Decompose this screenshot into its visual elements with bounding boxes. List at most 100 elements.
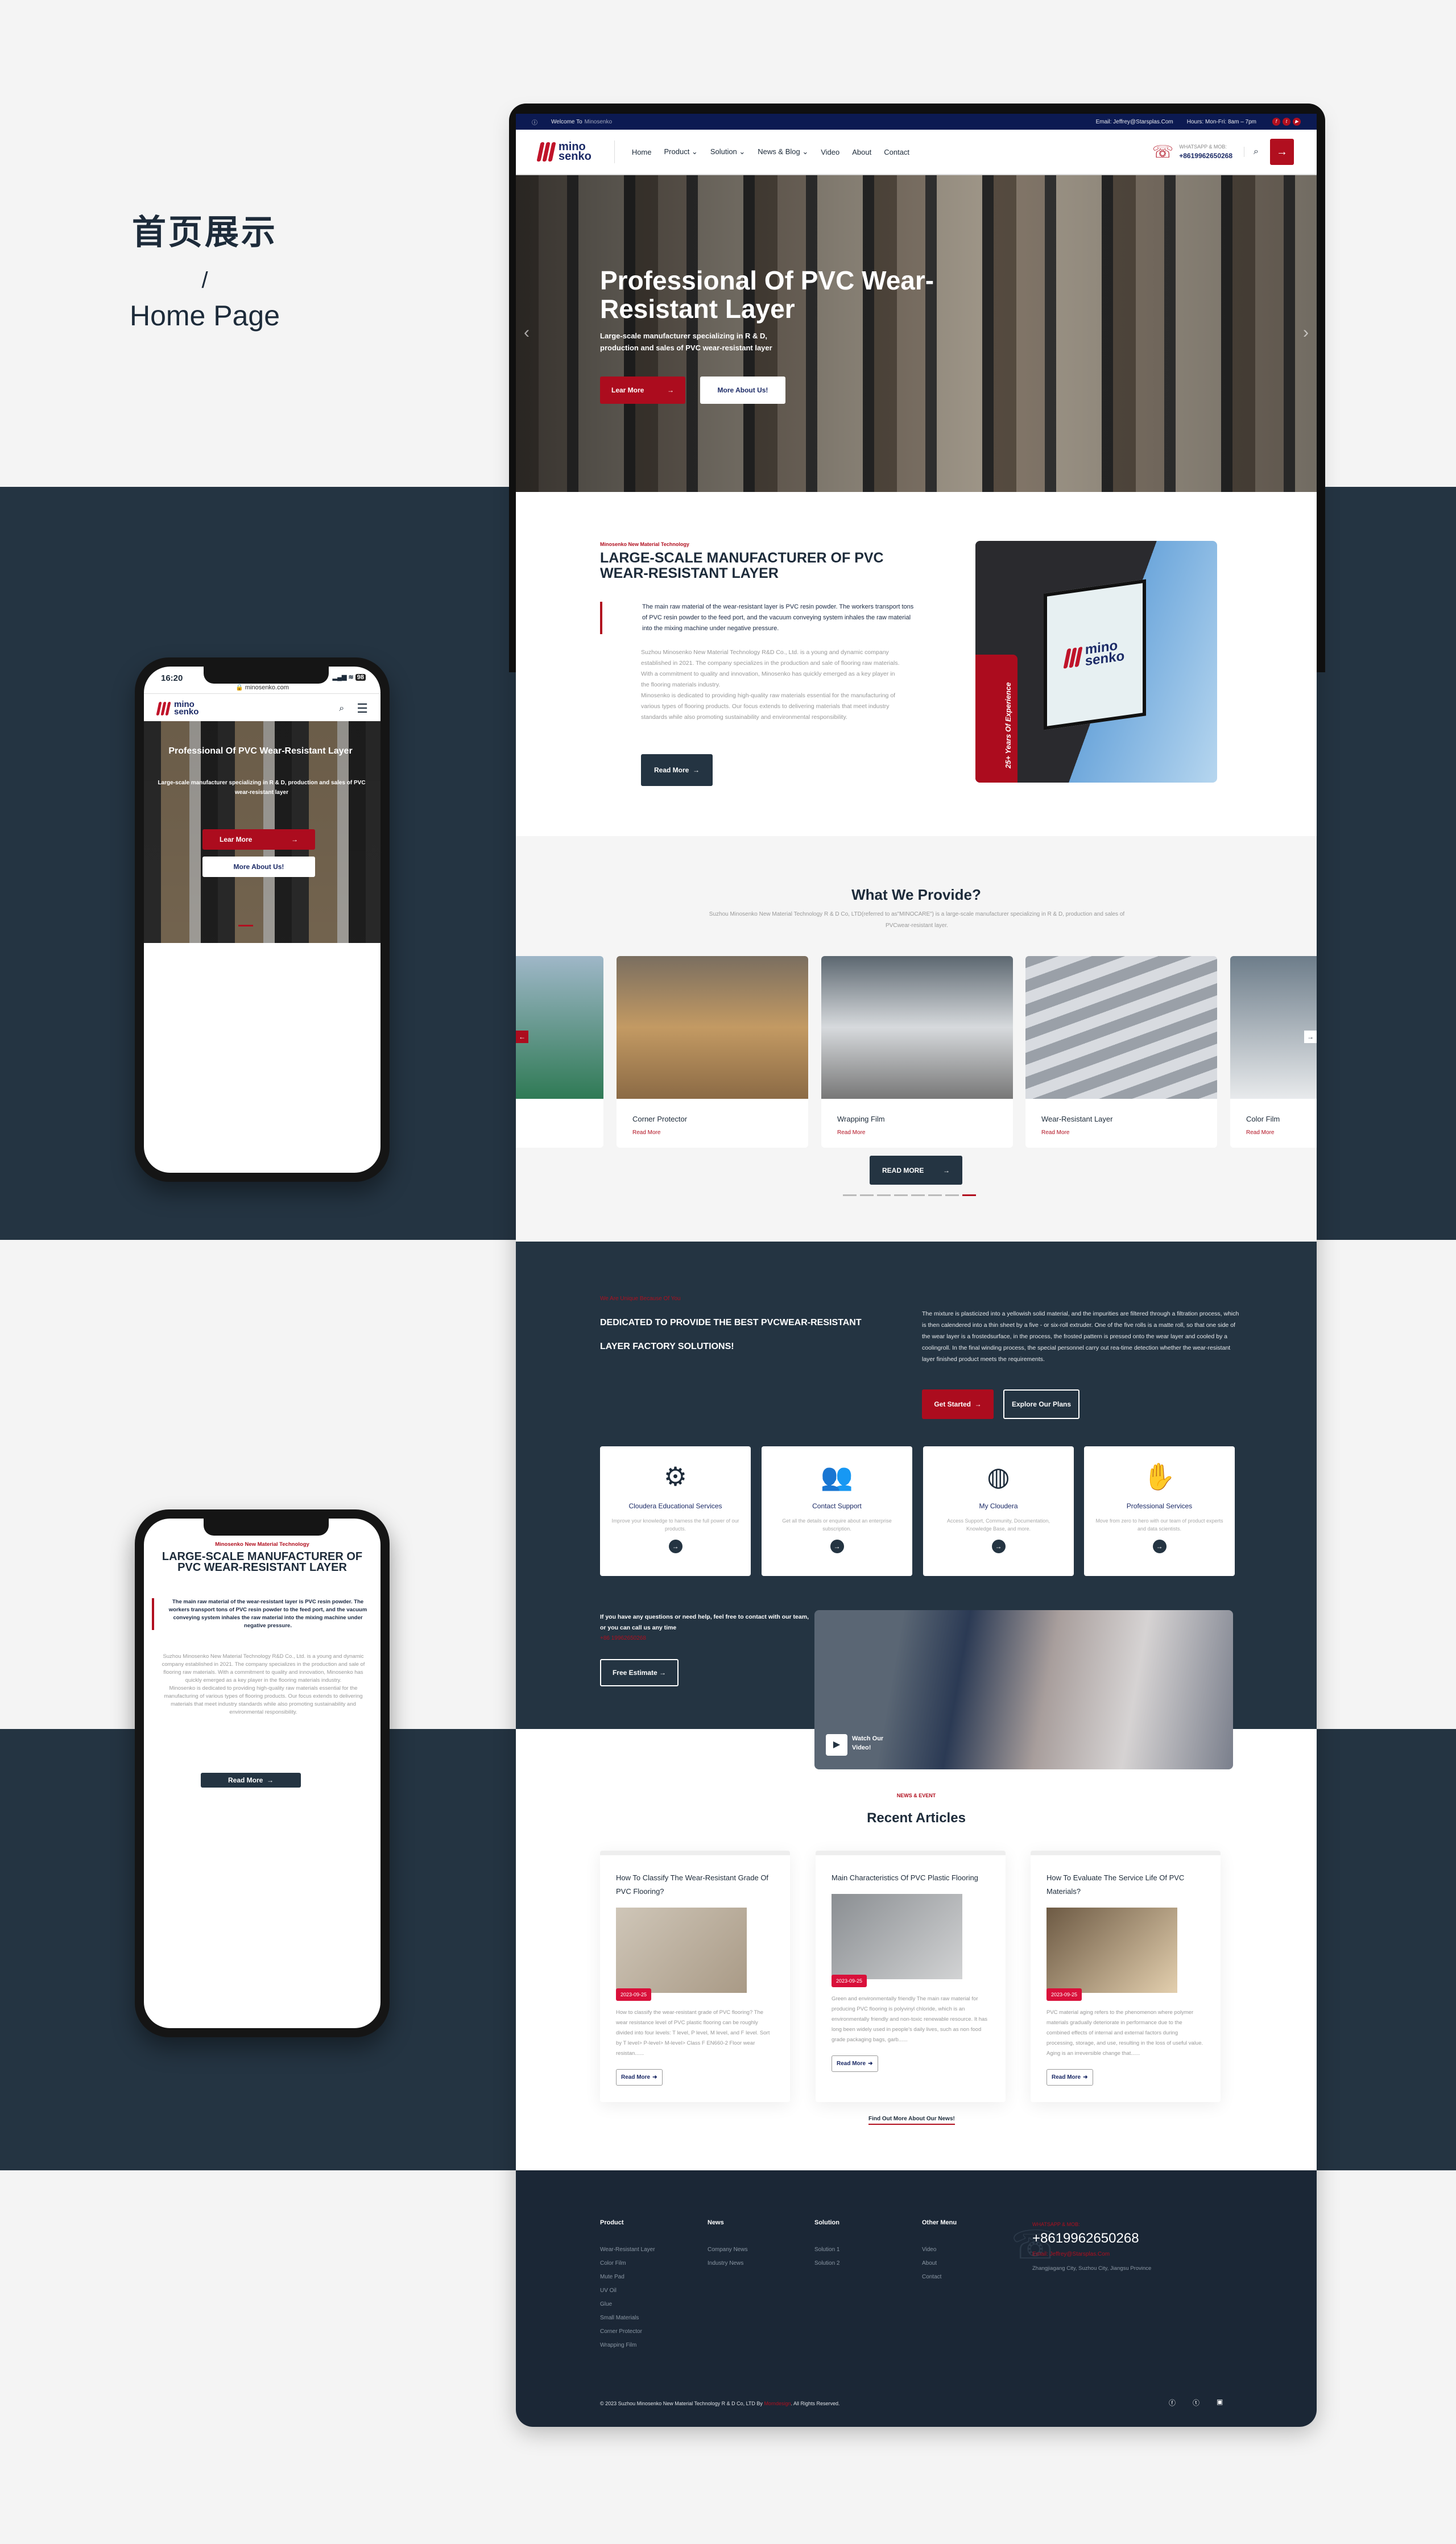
provide-subtitle: Suzhou Minosenko New Material Technology… [709,911,1125,929]
product-card[interactable]: Wear-Resistant Layer Read More [1025,956,1217,1148]
hero-slider: ‹ › Professional Of PVC Wear-Resistant L… [516,175,1317,492]
footer-col-news: News Company News Industry News [708,2219,748,2266]
mobile-read-more-button[interactable]: Read More → [201,1773,301,1788]
provide-title: What We Provide? [851,886,981,903]
slider-prev-icon[interactable]: ‹ [524,323,530,342]
footer-col-product: Product Wear-Resistant Layer Color Film Mut… [600,2219,655,2348]
mobile-hero-title: Professional Of PVC Wear-Resistant Layer [168,746,353,756]
youtube-icon[interactable]: ▶ [1293,118,1301,126]
about-body: Suzhou Minosenko New Material Technology… [641,649,900,721]
product-read-more[interactable]: Read More [1246,1130,1274,1136]
product-card[interactable]: Corner Protector Read More [617,956,808,1148]
solutions-body: The mixture is plasticized into a yellow… [922,1310,1239,1363]
phone-icon: ☏ [1152,142,1174,162]
gear-check-icon: ⚙ [663,1462,688,1491]
nav-about[interactable]: About [852,148,871,156]
factory-video[interactable]: ▶ Watch Our Video! [814,1610,1233,1769]
twitter-icon[interactable]: ⓣ [1193,2398,1199,2408]
arrow-circle-icon[interactable]: → [668,1540,682,1553]
arrow-circle-icon[interactable]: → [830,1540,844,1553]
mobile-header: mino senko ⌕ ☰ [156,698,368,719]
article-read-more-button[interactable]: Read More ➜ [832,2055,878,2072]
article-card[interactable]: How To Evaluate The Service Life Of PVC … [1031,1851,1221,2102]
news-more-link[interactable]: Find Out More About Our News! [868,2116,955,2125]
whatsapp-info: WHATSAPP & MOB: +8619962650268 [1179,144,1233,160]
search-icon[interactable]: ⌕ [1244,147,1259,157]
intro-slash: / [201,268,208,293]
product-card[interactable]: Wrapping Film Read More [821,956,1013,1148]
service-card[interactable]: ◍ My Cloudera Access Support, Community, D… [923,1446,1074,1576]
facebook-icon[interactable]: ⓕ [1169,2398,1176,2408]
contact-phone[interactable]: +86 19962650268 [600,1635,646,1641]
main-nav: mino senko Home Product ⌄ Solution ⌄ News… [516,130,1317,175]
article-card[interactable]: How To Classify The Wear-Resistant Grade… [600,1851,790,2102]
service-card[interactable]: ✋ Professional Services Move from zero to … [1084,1446,1235,1576]
twitter-icon[interactable]: t [1283,118,1290,126]
status-time: 16:20 [161,673,183,683]
mobile-about-body: Suzhou Minosenko New Material Technology… [162,1653,365,1715]
arrow-circle-icon[interactable]: → [991,1540,1006,1553]
search-icon[interactable]: ⌕ [339,704,344,714]
email-link[interactable]: Email: Jeffrey@Starsplas.Com [1096,119,1173,125]
explore-plans-button[interactable]: Explore Our Plans [1003,1389,1079,1419]
article-read-more-button[interactable]: Read More ➜ [1046,2069,1093,2086]
contact-text: If you have any questions or need help, … [600,1614,809,1631]
provide-read-more-button[interactable]: READ MORE → [870,1156,962,1185]
about-read-more-button[interactable]: Read More → [641,754,713,786]
product-card[interactable]: Color Film Read More [1230,956,1317,1148]
mobile-about-label: Minosenko New Material Technology [215,1541,309,1548]
mobile-learn-more-button[interactable]: Lear More → [202,829,315,850]
mobile-about-quote: The main raw material of the wear-resist… [152,1598,374,1630]
header-arrow-button[interactable]: → [1270,139,1294,165]
mobile-more-about-button[interactable]: More About Us! [202,857,315,877]
article-read-more-button[interactable]: Read More ➜ [616,2069,663,2086]
arrow-circle-icon[interactable]: → [1152,1540,1167,1553]
play-icon[interactable]: ▶ [826,1734,847,1756]
nav-video[interactable]: Video [821,148,839,156]
product-read-more[interactable]: Read More [1041,1130,1069,1136]
nav-contact[interactable]: Contact [884,148,909,156]
hamburger-menu-icon[interactable]: ☰ [357,701,368,716]
nav-solution[interactable]: Solution ⌄ [710,147,745,156]
nav-product[interactable]: Product ⌄ [664,147,698,156]
welcome-text: Welcome To [551,118,582,125]
hours-text: Hours: Mon-Fri: 8am – 7pm [1186,118,1256,125]
product-card-partial[interactable] [516,956,603,1148]
welcome-brand: Minosenko [584,118,613,125]
news-title: Recent Articles [867,1810,966,1826]
service-card[interactable]: 👥 Contact Support Get all the details or e… [762,1446,912,1576]
youtube-icon[interactable]: ▣ [1217,2398,1223,2408]
desktop-page: ⓘ Welcome To Minosenko Email: Jeffrey@St… [516,114,1317,2427]
logo[interactable]: mino senko [536,141,592,162]
article-card[interactable]: Main Characteristics Of PVC Plastic Floo… [816,1851,1006,2102]
intro-title-cn: 首页展示 [132,213,278,251]
url-bar[interactable]: 🔒 minosenko.com [144,684,380,694]
hero-learn-more-button[interactable]: Lear More → [600,377,685,404]
hero-more-about-button[interactable]: More About Us! [700,377,785,404]
about-quote: The main raw material of the wear-resist… [600,602,919,634]
get-started-button[interactable]: Get Started → [922,1389,994,1419]
slide-indicator[interactable] [238,925,253,926]
service-card[interactable]: ⚙ Cloudera Educational Services Improve yo… [600,1446,751,1576]
slider-next-icon[interactable]: › [1303,323,1309,342]
facebook-icon[interactable]: f [1272,118,1280,126]
sign-logo: mino senko [1044,579,1146,730]
section-intro: 首页展示 / Home Page [102,205,307,332]
solutions-title: DEDICATED TO PROVIDE THE BEST PVCWEAR-RE… [600,1318,862,1351]
handshake-globe-icon: ◍ [987,1462,1010,1491]
product-read-more[interactable]: Read More [632,1130,660,1136]
hero-subtitle: Large-scale manufacturer specializing in… [600,332,772,352]
footer-col-solution: Solution Solution 1 Solution 2 [814,2219,840,2266]
news-label: NEWS & EVENT [896,1793,936,1798]
mobile-phone-hero: 16:20 ▂▄▆ ≋ 98 🔒 minosenko.com mino senko… [135,657,390,1182]
product-read-more[interactable]: Read More [837,1130,865,1136]
free-estimate-button[interactable]: Free Estimate → [600,1659,679,1686]
nav-home[interactable]: Home [632,148,652,156]
carousel-next-icon[interactable]: → [1304,1031,1317,1043]
logo[interactable]: mino senko [156,700,198,716]
mobile-phone-about: Minosenko New Material Technology LARGE-… [135,1509,390,2037]
nav-news-blog[interactable]: News & Blog ⌄ [758,147,808,156]
carousel-prev-icon[interactable]: ← [516,1031,528,1043]
status-icons: ▂▄▆ ≋ 98 [333,673,366,681]
carousel-dots[interactable] [843,1194,976,1196]
